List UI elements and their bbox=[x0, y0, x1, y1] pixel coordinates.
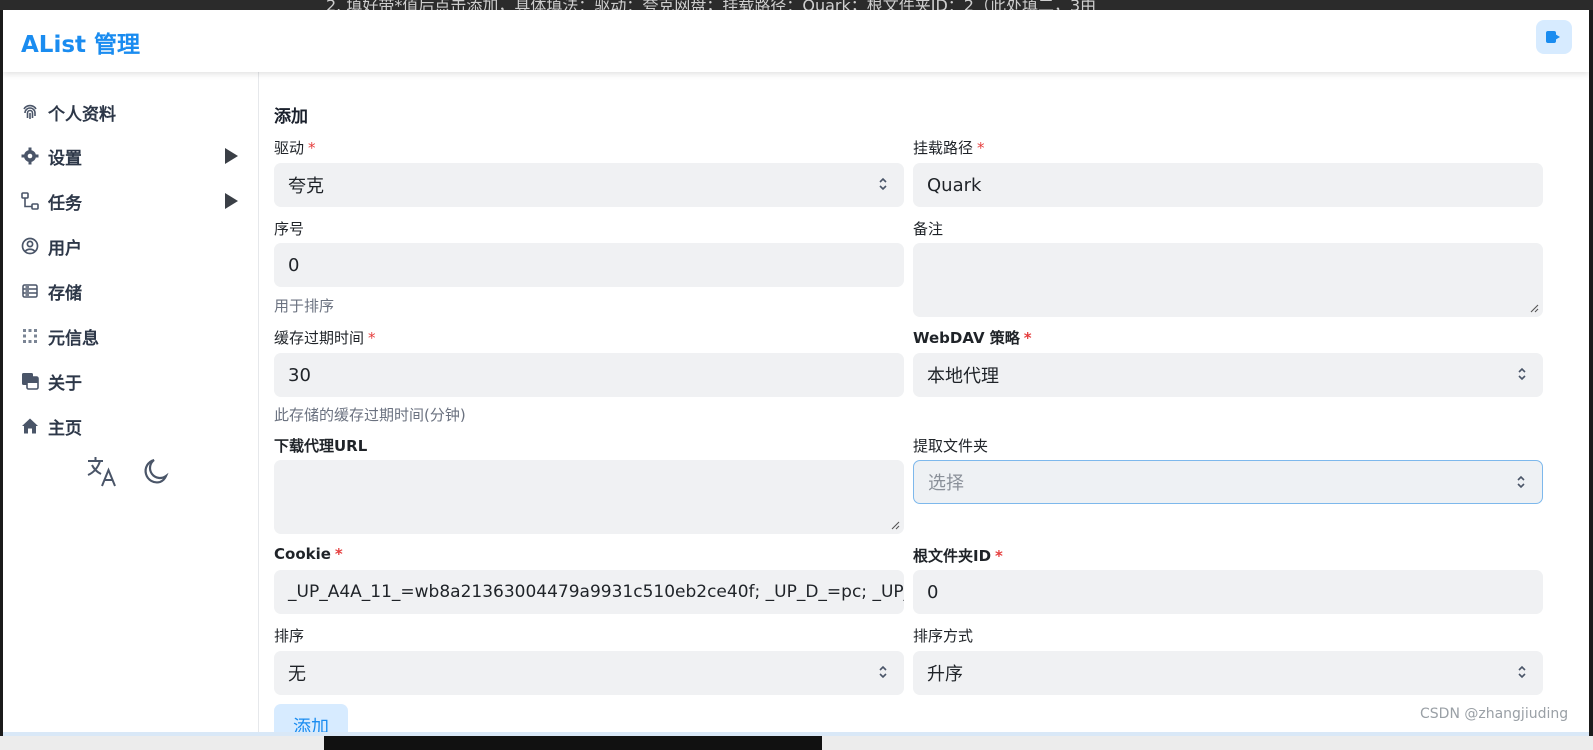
chevron-updown-icon bbox=[1517, 475, 1525, 489]
required-mark: * bbox=[368, 329, 376, 347]
storage-add-form: 添加 驱动 * 夸克 挂载路径 * Quark 序号 0 用于排序 备注 缓存过期时… bbox=[259, 72, 1589, 736]
order-by-label: 排序 bbox=[274, 627, 305, 645]
sidebar-item-label: 存储 bbox=[48, 283, 82, 304]
root-folder-id-input[interactable]: 0 bbox=[913, 570, 1543, 614]
top-header: AList 管理 bbox=[3, 10, 1589, 72]
cache-expiration-help-text: 此存储的缓存过期时间(分钟) bbox=[274, 406, 466, 424]
order-input[interactable]: 0 bbox=[274, 243, 904, 287]
extract-folder-label: 提取文件夹 bbox=[913, 437, 989, 455]
resize-grip-icon bbox=[891, 521, 900, 530]
mount-path-input[interactable]: Quark bbox=[913, 163, 1543, 207]
cache-expiration-label: 缓存过期时间 * bbox=[274, 329, 376, 347]
logout-button[interactable] bbox=[1536, 20, 1572, 54]
chevron-right-icon bbox=[225, 148, 238, 164]
order-direction-label: 排序方式 bbox=[913, 627, 974, 645]
alist-admin-window: AList 管理 个人资料 设置 任务 用户 存储 元信息 关于 主页 添加 驱… bbox=[3, 10, 1589, 736]
sidebar-item-label: 设置 bbox=[48, 148, 82, 169]
chevron-updown-icon bbox=[879, 665, 887, 679]
cookie-input[interactable]: _UP_A4A_11_=wb8a21363004479a9931c510eb2c… bbox=[274, 570, 904, 614]
bottom-scroll-strip bbox=[3, 732, 1589, 736]
sidebar-item-tasks[interactable]: 任务 bbox=[3, 181, 259, 221]
sidebar-item-label: 主页 bbox=[48, 418, 82, 439]
background-dark-block bbox=[324, 736, 822, 750]
database-icon bbox=[21, 282, 39, 300]
sidebar: 个人资料 设置 任务 用户 存储 元信息 关于 主页 bbox=[3, 72, 259, 736]
webdav-policy-label: WebDAV 策略 * bbox=[913, 329, 1032, 347]
sidebar-item-about[interactable]: 关于 bbox=[3, 361, 259, 401]
cookie-label: Cookie * bbox=[274, 545, 343, 563]
required-mark: * bbox=[1023, 329, 1032, 347]
background-document-strip: 2. 填好带*值后点击添加，具体填法：驱动：夸克网盘；挂载路径：Quark；根文… bbox=[0, 0, 1593, 10]
webdav-policy-select[interactable]: 本地代理 bbox=[913, 353, 1543, 397]
sidebar-item-label: 个人资料 bbox=[48, 104, 116, 125]
required-mark: * bbox=[334, 545, 343, 563]
extract-folder-select[interactable]: 选择 bbox=[913, 460, 1543, 504]
required-mark: * bbox=[977, 139, 985, 157]
logout-icon bbox=[1546, 31, 1560, 43]
moon-icon bbox=[144, 458, 169, 484]
remark-label: 备注 bbox=[913, 220, 944, 238]
required-mark: * bbox=[308, 139, 316, 157]
down-proxy-url-textarea[interactable] bbox=[274, 460, 904, 534]
order-direction-select[interactable]: 升序 bbox=[913, 651, 1543, 695]
sidebar-item-profile[interactable]: 个人资料 bbox=[3, 92, 259, 132]
grid-dots-icon bbox=[21, 327, 39, 345]
sidebar-item-storage[interactable]: 存储 bbox=[3, 271, 259, 311]
watermark: CSDN @zhangjiuding bbox=[1420, 706, 1569, 722]
sidebar-item-label: 关于 bbox=[48, 373, 82, 394]
sidebar-item-label: 用户 bbox=[48, 238, 82, 259]
flow-icon bbox=[21, 192, 39, 210]
background-document-text: 2. 填好带*值后点击添加，具体填法：驱动：夸克网盘；挂载路径：Quark；根文… bbox=[326, 0, 1097, 10]
chevron-updown-icon bbox=[1518, 367, 1526, 381]
sidebar-item-settings[interactable]: 设置 bbox=[3, 136, 259, 176]
chevron-updown-icon bbox=[879, 177, 887, 191]
order-by-select[interactable]: 无 bbox=[274, 651, 904, 695]
order-label: 序号 bbox=[274, 220, 305, 238]
cache-expiration-input[interactable]: 30 bbox=[274, 353, 904, 397]
root-folder-id-label: 根文件夹ID * bbox=[913, 547, 1003, 565]
app-title: AList 管理 bbox=[21, 32, 141, 58]
page-title: 添加 bbox=[274, 107, 308, 127]
remark-textarea[interactable] bbox=[913, 243, 1543, 317]
dark-mode-toggle[interactable] bbox=[140, 457, 170, 491]
background-bottom-strip bbox=[0, 736, 1593, 750]
driver-label: 驱动 * bbox=[274, 139, 316, 157]
driver-select[interactable]: 夸克 bbox=[274, 163, 904, 207]
required-mark: * bbox=[995, 547, 1003, 565]
sidebar-item-label: 任务 bbox=[48, 193, 82, 214]
gear-icon bbox=[21, 147, 39, 165]
user-circle-icon bbox=[21, 237, 39, 255]
mount-path-label: 挂载路径 * bbox=[913, 139, 985, 157]
sidebar-item-metas[interactable]: 元信息 bbox=[3, 316, 259, 356]
order-help-text: 用于排序 bbox=[274, 297, 335, 315]
home-icon bbox=[21, 417, 39, 435]
copy-icon bbox=[21, 372, 39, 390]
resize-grip-icon bbox=[1530, 304, 1539, 313]
down-proxy-url-label: 下载代理URL bbox=[274, 437, 368, 455]
sidebar-item-users[interactable]: 用户 bbox=[3, 226, 259, 266]
fingerprint-icon bbox=[21, 103, 39, 121]
sidebar-item-label: 元信息 bbox=[48, 328, 99, 349]
chevron-updown-icon bbox=[1518, 665, 1526, 679]
chevron-right-icon bbox=[225, 193, 238, 209]
language-button[interactable] bbox=[85, 454, 119, 492]
translate-icon bbox=[87, 457, 116, 487]
sidebar-item-home[interactable]: 主页 bbox=[3, 406, 259, 446]
